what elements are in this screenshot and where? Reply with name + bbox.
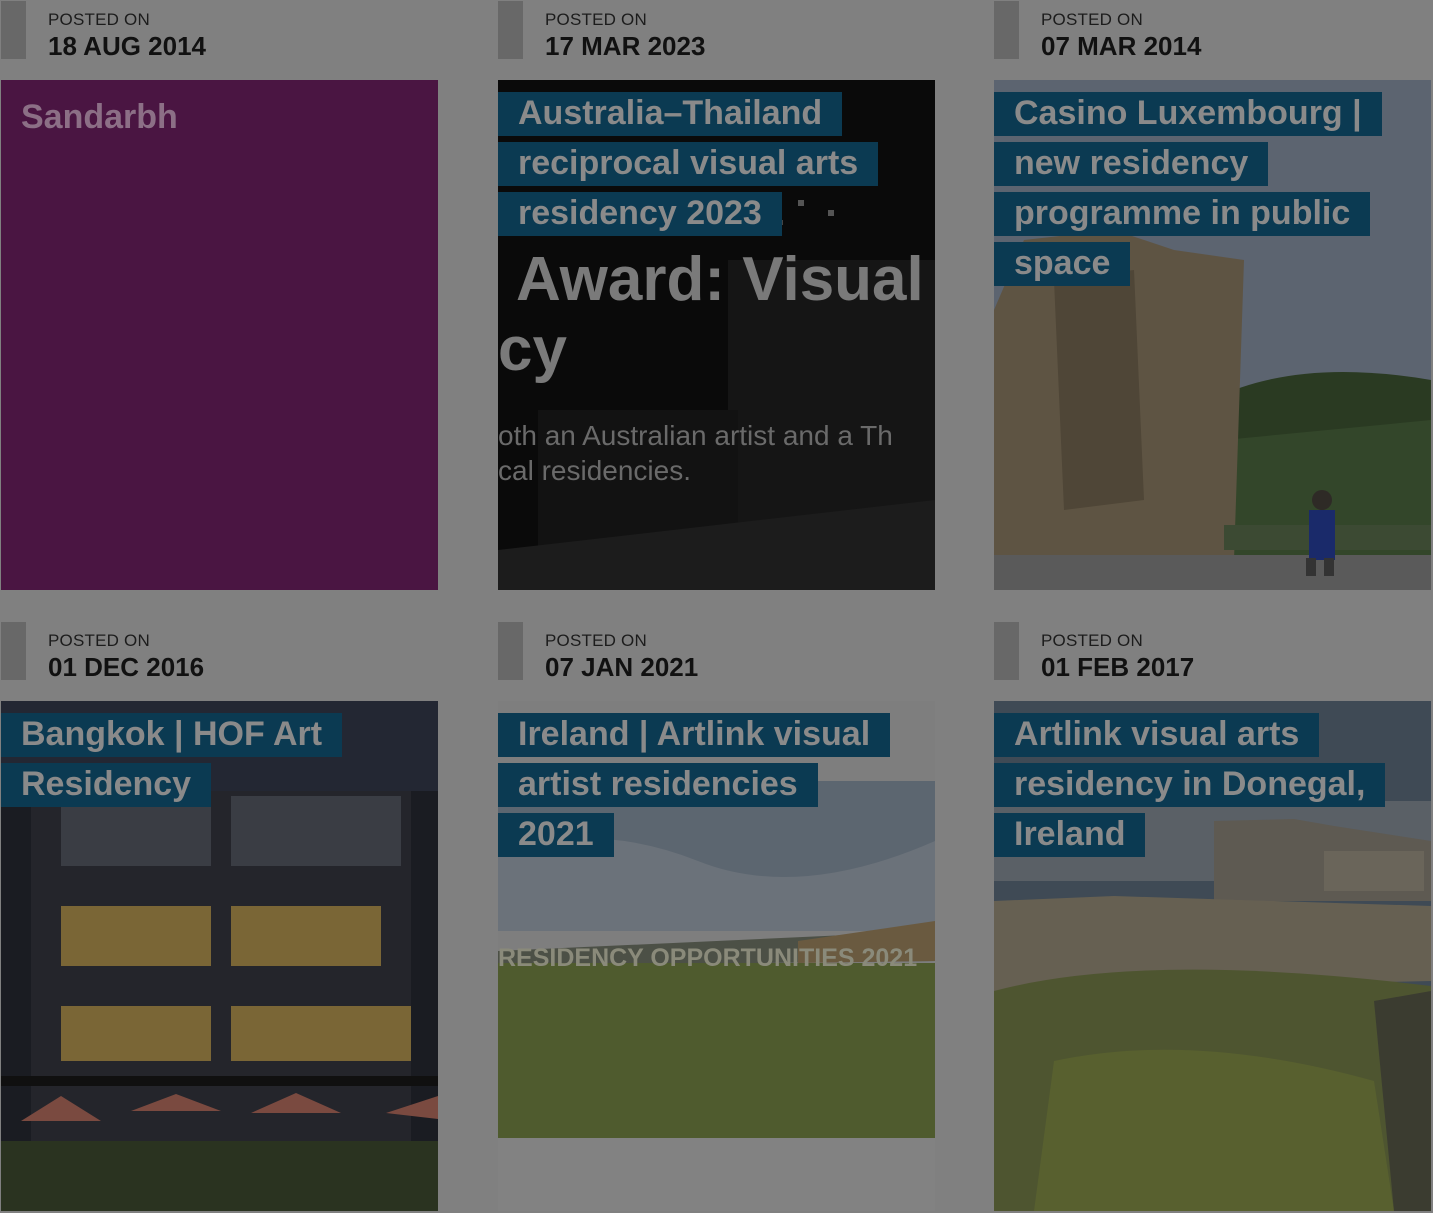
date-bar	[498, 622, 523, 680]
post-thumbnail[interactable]: RESIDENCY OPPORTUNITIES 2021 Ireland | A…	[498, 701, 935, 1211]
post-meta: POSTED ON 07 MAR 2014	[994, 0, 1431, 80]
post-title-link[interactable]: Ireland | Artlink visual artist residenc…	[498, 709, 898, 859]
posted-on-label: POSTED ON	[48, 10, 150, 29]
post-thumbnail[interactable]: Sandarbh	[1, 80, 438, 590]
post-meta: POSTED ON 01 FEB 2017	[994, 621, 1431, 701]
post-title-link[interactable]: Sandarbh	[1, 92, 178, 142]
post-title-link[interactable]: Bangkok | HOF Art Residency	[1, 709, 343, 809]
post-meta: POSTED ON 17 MAR 2023	[498, 0, 935, 80]
post-title: Sandarbh	[21, 98, 178, 136]
post-date: 18 AUG 2014	[48, 31, 207, 61]
date-bar	[1, 1, 26, 59]
post-title-link[interactable]: Artlink visual arts residency in Donegal…	[994, 709, 1394, 859]
posted-on-label: POSTED ON	[545, 631, 647, 650]
image-text: cy	[498, 315, 567, 384]
posted-on-label: POSTED ON	[545, 10, 647, 29]
posted-on-label: POSTED ON	[1041, 10, 1143, 29]
post-thumbnail[interactable]: Bangkok | HOF Art Residency	[1, 701, 438, 1211]
post-date: 17 MAR 2023	[545, 31, 706, 61]
posted-on-label: POSTED ON	[1041, 631, 1143, 650]
post-meta: POSTED ON 01 DEC 2016	[1, 621, 438, 701]
date-bar	[1, 622, 26, 680]
image-text: Award: Visual	[516, 245, 924, 314]
post-card[interactable]: POSTED ON 01 FEB 2017 Artlink visual art…	[994, 621, 1431, 1211]
post-title: Australia–Thailand reciprocal visual art…	[498, 92, 879, 236]
post-date: 07 MAR 2014	[1041, 31, 1202, 61]
post-card[interactable]: POSTED ON 18 AUG 2014 Sandarbh	[1, 0, 438, 590]
post-date: 01 FEB 2017	[1041, 652, 1195, 682]
post-card[interactable]: POSTED ON 07 MAR 2014 Casino Luxembourg …	[994, 0, 1431, 590]
post-thumbnail[interactable]: Award: Visual cy oth an Australian artis…	[498, 80, 935, 590]
post-title: Casino Luxembourg | new residency progra…	[994, 92, 1382, 286]
post-date: 07 JAN 2021	[545, 652, 699, 682]
post-title: Artlink visual arts residency in Donegal…	[994, 713, 1386, 857]
post-date: 01 DEC 2016	[48, 652, 205, 682]
post-meta: POSTED ON 18 AUG 2014	[1, 0, 438, 80]
post-title: Ireland | Artlink visual artist residenc…	[498, 713, 891, 857]
image-text: cal residencies.	[498, 455, 691, 486]
image-text: oth an Australian artist and a Th	[498, 420, 893, 451]
post-title: Bangkok | HOF Art Residency	[1, 713, 343, 807]
image-text: RESIDENCY OPPORTUNITIES 2021	[498, 944, 917, 972]
date-bar	[498, 1, 523, 59]
post-thumbnail[interactable]: Casino Luxembourg | new residency progra…	[994, 80, 1431, 590]
post-card[interactable]: POSTED ON 01 DEC 2016 Bangkok | HOF Art …	[1, 621, 438, 1211]
post-card[interactable]: POSTED ON 17 MAR 2023 Award: Visual cy o…	[498, 0, 935, 590]
post-meta: POSTED ON 07 JAN 2021	[498, 621, 935, 701]
post-title-link[interactable]: Australia–Thailand reciprocal visual art…	[498, 88, 879, 238]
post-title-link[interactable]: Casino Luxembourg | new residency progra…	[994, 88, 1394, 288]
post-thumbnail[interactable]: Artlink visual arts residency in Donegal…	[994, 701, 1431, 1211]
date-bar	[994, 622, 1019, 680]
post-card[interactable]: POSTED ON 07 JAN 2021 RESIDENCY OPPORTUN…	[498, 621, 935, 1211]
date-bar	[994, 1, 1019, 59]
posted-on-label: POSTED ON	[48, 631, 150, 650]
